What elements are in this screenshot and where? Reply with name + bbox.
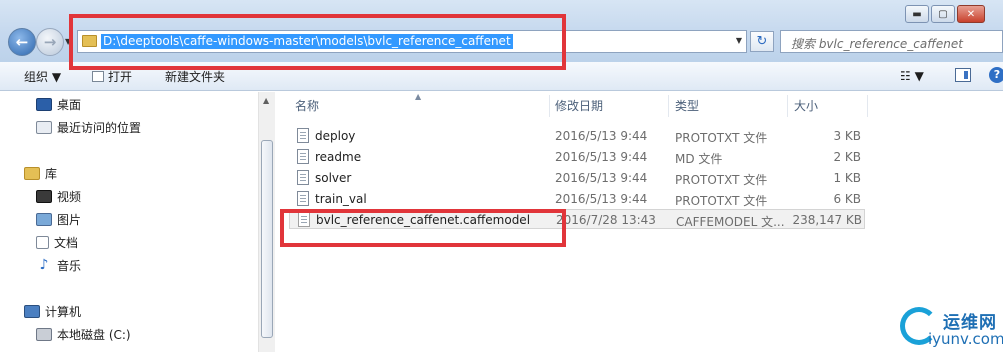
help-button[interactable]: ? bbox=[989, 67, 1003, 83]
computer-icon bbox=[24, 304, 40, 318]
file-date: 2016/5/13 9:44 bbox=[555, 192, 648, 206]
column-header-size[interactable]: 大小 bbox=[794, 97, 818, 114]
refresh-icon: ↻ bbox=[756, 34, 768, 49]
library-icon bbox=[24, 166, 40, 180]
navigation-pane: 桌面 最近访问的位置 库 视频 图片 文档 ♪ 音乐 计算机 本地磁盘 (C:) bbox=[0, 92, 258, 352]
open-label: 打开 bbox=[108, 70, 133, 84]
column-divider[interactable] bbox=[668, 95, 669, 117]
minimize-button[interactable]: ▬ bbox=[905, 5, 929, 23]
sidebar-item-label: 图片 bbox=[57, 212, 82, 227]
document-icon bbox=[297, 170, 309, 185]
close-button[interactable]: ✕ bbox=[957, 5, 985, 23]
arrow-left-icon: ← bbox=[15, 33, 29, 51]
open-icon bbox=[92, 71, 104, 82]
file-type: PROTOTXT 文件 bbox=[675, 131, 768, 145]
document-icon bbox=[297, 191, 309, 206]
caffemodel-highlight-box bbox=[280, 209, 566, 247]
file-date: 2016/5/13 9:44 bbox=[555, 129, 648, 143]
sidebar-item-recent-places[interactable]: 最近访问的位置 bbox=[36, 118, 141, 136]
new-folder-button[interactable]: 新建文件夹 bbox=[165, 68, 225, 85]
sort-ascending-icon: ▲ bbox=[415, 92, 422, 101]
column-header-type[interactable]: 类型 bbox=[675, 97, 699, 114]
forward-button[interactable]: → bbox=[36, 28, 64, 56]
arrow-right-icon: → bbox=[43, 33, 57, 51]
file-name: solver bbox=[315, 171, 352, 185]
sidebar-item-label: 计算机 bbox=[45, 304, 82, 319]
open-button[interactable]: 打开 bbox=[92, 68, 132, 85]
file-size: 238,147 KB bbox=[792, 213, 862, 227]
file-row-readme[interactable]: readme 2016/5/13 9:44 MD 文件 2 KB bbox=[289, 147, 865, 167]
sidebar-item-documents[interactable]: 文档 bbox=[36, 233, 78, 251]
file-name: deploy bbox=[315, 129, 356, 143]
address-highlight-box bbox=[69, 14, 566, 70]
desktop-icon bbox=[36, 97, 52, 111]
window-controls: ▬ ▢ ✕ bbox=[905, 5, 985, 23]
file-name: train_val bbox=[315, 192, 367, 206]
music-icon: ♪ bbox=[39, 257, 49, 273]
sidebar-item-label: 文档 bbox=[54, 235, 79, 250]
preview-pane-button[interactable] bbox=[955, 68, 971, 82]
document-icon bbox=[297, 149, 309, 164]
picture-icon bbox=[36, 212, 52, 226]
chevron-down-icon[interactable]: ▼ bbox=[736, 36, 742, 45]
file-type: PROTOTXT 文件 bbox=[675, 173, 768, 187]
sidebar-item-desktop[interactable]: 桌面 bbox=[36, 95, 81, 113]
file-size: 3 KB bbox=[833, 129, 861, 143]
recent-places-icon bbox=[36, 120, 52, 134]
watermark-logo: 运维网 iyunv.com bbox=[898, 305, 1003, 352]
sidebar-scrollbar[interactable]: ▲ bbox=[258, 92, 275, 352]
organize-button[interactable]: 组织 ▼ bbox=[24, 68, 61, 85]
views-button[interactable]: ☷ ▼ bbox=[900, 69, 924, 83]
back-button[interactable]: ← bbox=[8, 28, 36, 56]
sidebar-item-label: 桌面 bbox=[57, 97, 82, 112]
video-icon bbox=[36, 189, 52, 203]
document-icon bbox=[297, 128, 309, 143]
search-input[interactable]: 搜索 bvlc_reference_caffenet bbox=[780, 30, 1003, 53]
maximize-button[interactable]: ▢ bbox=[931, 5, 955, 23]
column-header-name[interactable]: 名称 bbox=[295, 97, 319, 114]
column-divider[interactable] bbox=[867, 95, 868, 117]
sidebar-item-local-disk-c[interactable]: 本地磁盘 (C:) bbox=[36, 325, 131, 343]
sidebar-item-pictures[interactable]: 图片 bbox=[36, 210, 81, 228]
sidebar-item-libraries[interactable]: 库 bbox=[24, 164, 57, 182]
file-date: 2016/7/28 13:43 bbox=[556, 213, 656, 227]
sidebar-item-label: 音乐 bbox=[57, 258, 82, 273]
file-name: readme bbox=[315, 150, 362, 164]
column-divider[interactable] bbox=[787, 95, 788, 117]
column-header-date[interactable]: 修改日期 bbox=[555, 97, 603, 114]
sidebar-item-label: 视频 bbox=[57, 189, 82, 204]
scroll-up-icon[interactable]: ▲ bbox=[263, 96, 269, 105]
file-date: 2016/5/13 9:44 bbox=[555, 171, 648, 185]
drive-icon bbox=[36, 327, 52, 341]
watermark-en: iyunv.com bbox=[928, 330, 1003, 348]
file-size: 6 KB bbox=[833, 192, 861, 206]
file-size: 1 KB bbox=[833, 171, 861, 185]
file-type: CAFFEMODEL 文... bbox=[676, 215, 785, 229]
file-size: 2 KB bbox=[833, 150, 861, 164]
file-date: 2016/5/13 9:44 bbox=[555, 150, 648, 164]
file-row-train-val[interactable]: train_val 2016/5/13 9:44 PROTOTXT 文件 6 K… bbox=[289, 189, 865, 209]
refresh-button[interactable]: ↻ bbox=[750, 31, 774, 52]
sidebar-item-label: 最近访问的位置 bbox=[57, 120, 142, 135]
scrollbar-thumb[interactable] bbox=[261, 140, 273, 338]
file-type: MD 文件 bbox=[675, 152, 723, 166]
file-row-deploy[interactable]: deploy 2016/5/13 9:44 PROTOTXT 文件 3 KB bbox=[289, 126, 865, 146]
document-icon bbox=[36, 235, 49, 249]
file-type: PROTOTXT 文件 bbox=[675, 194, 768, 208]
sidebar-item-video[interactable]: 视频 bbox=[36, 187, 81, 205]
sidebar-item-computer[interactable]: 计算机 bbox=[24, 302, 81, 320]
sidebar-item-music[interactable]: ♪ 音乐 bbox=[36, 256, 81, 274]
sidebar-item-label: 库 bbox=[45, 166, 58, 181]
column-divider[interactable] bbox=[549, 95, 550, 117]
file-row-solver[interactable]: solver 2016/5/13 9:44 PROTOTXT 文件 1 KB bbox=[289, 168, 865, 188]
sidebar-item-label: 本地磁盘 (C:) bbox=[57, 327, 131, 342]
